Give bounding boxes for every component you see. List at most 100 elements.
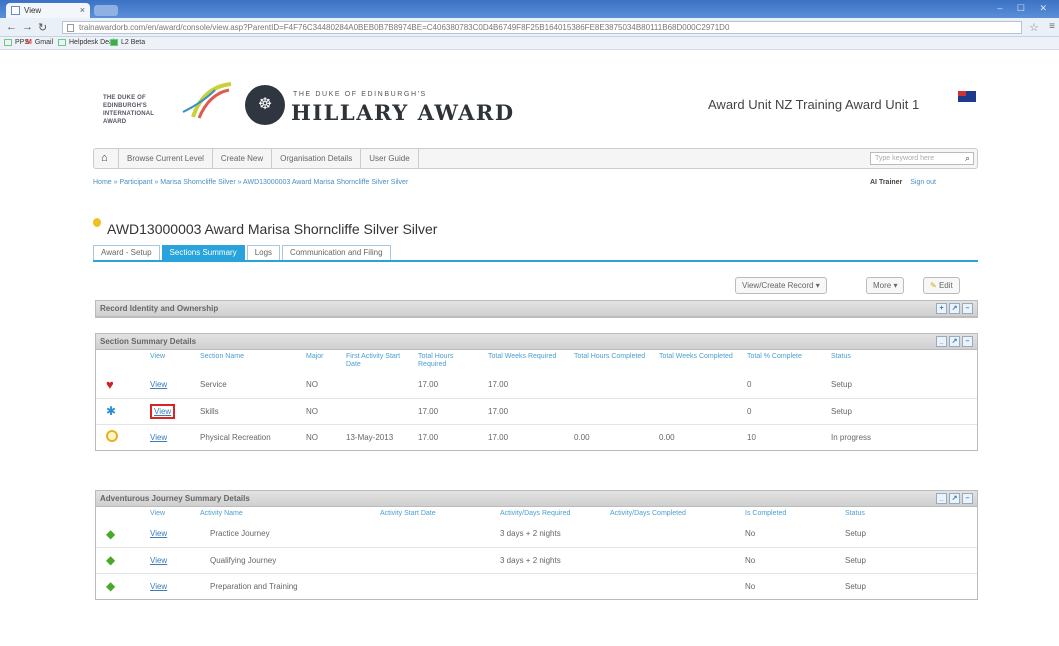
search-placeholder: Type keyword here (875, 155, 935, 162)
heart-icon: ♥ (106, 376, 114, 392)
page-title: AWD13000003 Award Marisa Shorncliffe Sil… (107, 221, 438, 237)
bookmark-l2-beta[interactable]: L2 Beta (110, 39, 145, 46)
record-tabs: Award - Setup Sections Summary Logs Comm… (93, 245, 393, 260)
is-completed: No (741, 572, 841, 599)
col-header[interactable]: Is Completed (741, 507, 841, 521)
status: Setup (827, 397, 977, 424)
collapse-icon[interactable]: – (962, 493, 973, 504)
popout-icon[interactable]: ↗ (949, 493, 960, 504)
col-header[interactable]: First Activity Start Date (342, 350, 414, 372)
bookmark-gmail[interactable]: M Gmail (26, 39, 53, 46)
view-link[interactable]: View (150, 529, 167, 538)
search-icon[interactable]: ⌕ (965, 153, 970, 164)
edit-button[interactable]: ✎ Edit (923, 277, 960, 294)
col-header[interactable]: Total % Complete (743, 350, 827, 372)
section-summary-table: View Section Name Major First Activity S… (96, 350, 977, 450)
activity-name: Preparation and Training (196, 572, 376, 599)
back-arrow-icon[interactable]: ← (6, 21, 17, 33)
start-date (342, 372, 414, 398)
table-header-row: View Activity Name Activity Start Date A… (96, 507, 977, 521)
table-row: ◆ View Qualifying Journey 3 days + 2 nig… (96, 546, 977, 573)
col-header[interactable]: Total Weeks Completed (655, 350, 743, 372)
percent-complete: 0 (747, 380, 752, 390)
bookmarks-bar: PPS M Gmail Helpdesk Deal L2 Beta (0, 37, 1059, 50)
section-name: Service (200, 380, 227, 390)
international-award-logo[interactable]: THE DUKE OF EDINBURGH'S INTERNATIONAL AW… (103, 82, 233, 125)
col-header[interactable]: View (146, 507, 196, 521)
popout-icon[interactable]: ↗ (949, 303, 960, 314)
collapse-icon[interactable]: – (962, 303, 973, 314)
view-link[interactable]: View (150, 380, 167, 389)
tab-underline (93, 260, 978, 262)
minimize-icon[interactable]: _ (936, 493, 947, 504)
col-header[interactable]: Activity/Days Completed (606, 507, 741, 521)
url-text: trainawardorb.com/en/award/console/view.… (79, 23, 730, 32)
more-dropdown[interactable]: More ▾ (866, 277, 905, 294)
view-create-label: View/Create Record (742, 281, 814, 290)
close-tab-icon[interactable]: × (80, 5, 85, 15)
bookmark-star-icon[interactable]: ☆ (1029, 21, 1039, 34)
bookmark-helpdesk[interactable]: Helpdesk Deal (58, 39, 115, 46)
wrench-menu-icon[interactable]: ≡ (1049, 21, 1055, 32)
major: NO (302, 397, 342, 424)
bookmark-icon (4, 39, 12, 46)
col-header[interactable]: Status (827, 350, 977, 372)
days-required: 3 days + 2 nights (500, 529, 561, 539)
col-header[interactable]: Activity Name (196, 507, 376, 521)
reload-icon[interactable]: ↻ (38, 21, 47, 34)
search-input[interactable]: Type keyword here ⌕ (870, 152, 974, 165)
days-required (496, 572, 606, 599)
new-tab-button[interactable] (94, 5, 118, 16)
col-header[interactable]: Activity/Days Required (496, 507, 606, 521)
tab-logs[interactable]: Logs (246, 245, 281, 260)
hours-completed (570, 372, 655, 398)
nav-browse-current-level[interactable]: Browse Current Level (118, 149, 212, 168)
breadcrumb[interactable]: Home » Participant » Marisa Shorncliffe … (93, 179, 408, 186)
running-icon (106, 430, 118, 443)
panel-header[interactable]: Section Summary Details _ ↗ – (96, 334, 977, 350)
browser-tab[interactable]: View × (6, 3, 90, 18)
weeks-required: 17.00 (484, 397, 570, 424)
home-icon[interactable]: ⌂ (101, 152, 108, 164)
view-create-record-dropdown[interactable]: View/Create Record ▾ (735, 277, 827, 294)
pencil-icon: ✎ (930, 281, 937, 290)
tab-sections-summary[interactable]: Sections Summary (161, 245, 245, 260)
col-header[interactable]: Section Name (196, 350, 302, 372)
col-header[interactable]: Status (841, 507, 977, 521)
view-link[interactable]: View (150, 433, 167, 442)
col-header[interactable]: Total Weeks Required (484, 350, 570, 372)
forward-arrow-icon[interactable]: → (22, 21, 33, 33)
brand-subtitle: THE DUKE OF EDINBURGH'S (293, 91, 427, 98)
col-header[interactable]: Activity Start Date (376, 507, 496, 521)
url-field[interactable]: trainawardorb.com/en/award/console/view.… (62, 21, 1022, 34)
chevron-down-icon: ▾ (893, 281, 898, 290)
view-link[interactable]: View (150, 556, 167, 565)
nav-organisation-details[interactable]: Organisation Details (271, 149, 360, 168)
col-header[interactable]: Major (302, 350, 342, 372)
hours-completed (570, 397, 655, 424)
tab-award-setup[interactable]: Award - Setup (93, 245, 160, 260)
status: In progress (827, 423, 977, 450)
expand-icon[interactable]: + (936, 303, 947, 314)
panel-header[interactable]: Record Identity and Ownership + ↗ – (96, 301, 977, 317)
gmail-icon: M (26, 39, 32, 46)
panel-header[interactable]: Adventurous Journey Summary Details _ ↗ – (96, 491, 977, 507)
col-header[interactable]: View (146, 350, 196, 372)
window-controls[interactable]: – ☐ ✕ (997, 3, 1053, 14)
tab-communication-filing[interactable]: Communication and Filing (282, 245, 391, 260)
table-row: ♥ View Service NO 17.00 17.00 0 Setup (96, 372, 977, 398)
col-header[interactable]: Total Hours Completed (570, 350, 655, 372)
is-completed: No (741, 546, 841, 573)
nav-create-new[interactable]: Create New (211, 149, 271, 168)
col-icon (96, 350, 146, 372)
view-link[interactable]: View (150, 582, 167, 591)
sign-out-link[interactable]: Sign out (910, 179, 936, 186)
popout-icon[interactable]: ↗ (949, 336, 960, 347)
col-header[interactable]: Total Hours Required (414, 350, 484, 372)
table-row: ✱ View Skills NO 17.00 17.00 0 Setup (96, 397, 977, 424)
view-link[interactable]: View (150, 403, 176, 419)
collapse-icon[interactable]: – (962, 336, 973, 347)
activity-start-date (376, 546, 496, 573)
nav-user-guide[interactable]: User Guide (360, 149, 419, 168)
minimize-icon[interactable]: _ (936, 336, 947, 347)
